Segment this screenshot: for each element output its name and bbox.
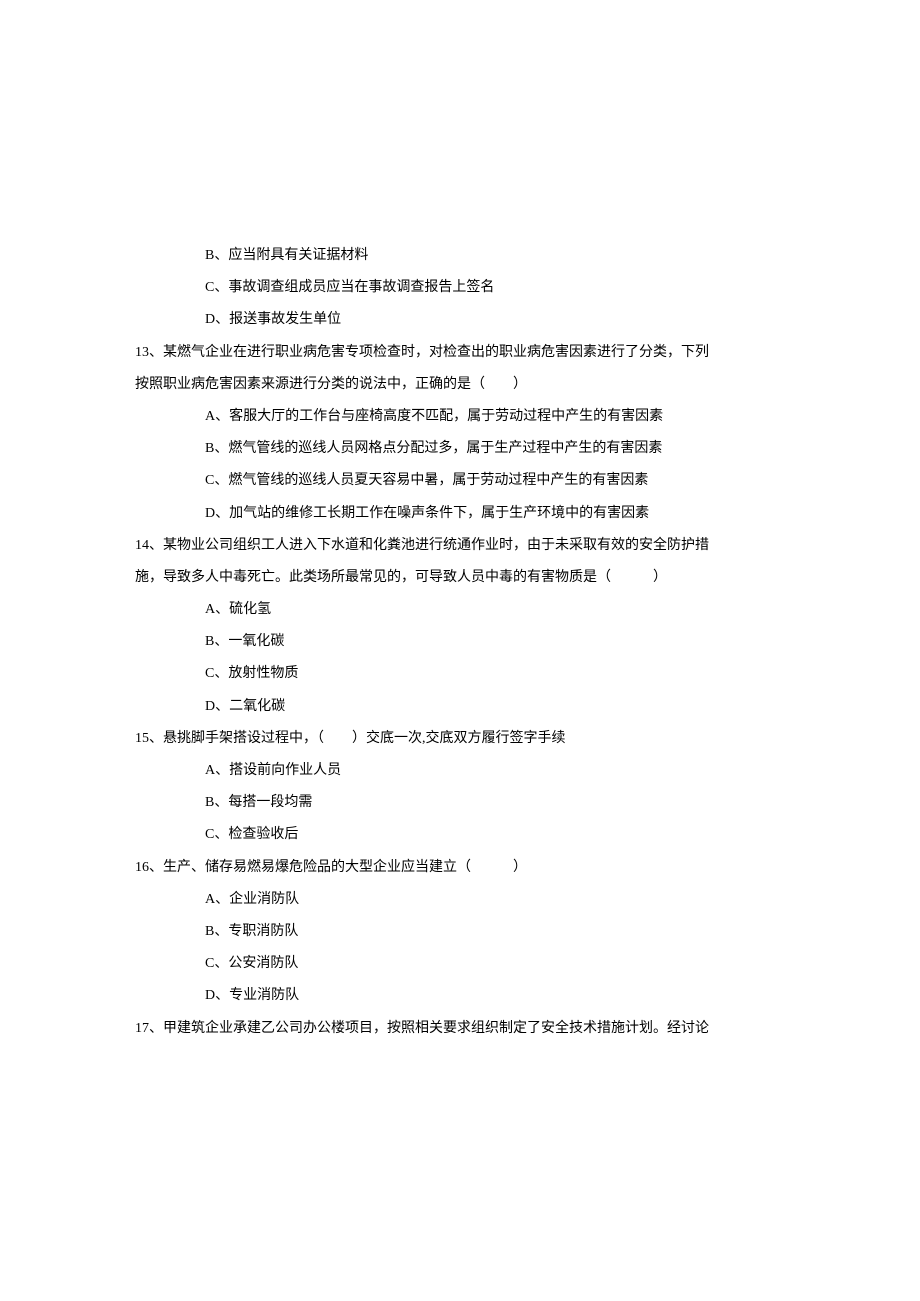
answer-option: B、一氧化碳 bbox=[135, 626, 785, 658]
answer-option: A、硫化氢 bbox=[135, 594, 785, 626]
question-text: 13、某燃气企业在进行职业病危害专项检查时，对检查出的职业病危害因素进行了分类，… bbox=[135, 337, 785, 369]
question-text: 施，导致多人中毒死亡。此类场所最常见的，可导致人员中毒的有害物质是（ ） bbox=[135, 562, 785, 594]
answer-option: A、搭设前向作业人员 bbox=[135, 755, 785, 787]
answer-option: D、专业消防队 bbox=[135, 980, 785, 1012]
question-text: 15、悬挑脚手架搭设过程中，（ ）交底一次,交底双方履行签字手续 bbox=[135, 723, 785, 755]
question-text: 14、某物业公司组织工人进入下水道和化粪池进行统通作业时，由于未采取有效的安全防… bbox=[135, 530, 785, 562]
question-text: 按照职业病危害因素来源进行分类的说法中，正确的是（ ） bbox=[135, 369, 785, 401]
answer-option: A、企业消防队 bbox=[135, 884, 785, 916]
document-content: B、应当附具有关证据材料C、事故调查组成员应当在事故调查报告上签名D、报送事故发… bbox=[135, 240, 785, 1045]
question-text: 16、生产、储存易燃易爆危险品的大型企业应当建立（ ） bbox=[135, 852, 785, 884]
answer-option: C、放射性物质 bbox=[135, 658, 785, 690]
answer-option: D、报送事故发生单位 bbox=[135, 304, 785, 336]
answer-option: B、应当附具有关证据材料 bbox=[135, 240, 785, 272]
answer-option: C、公安消防队 bbox=[135, 948, 785, 980]
answer-option: C、事故调查组成员应当在事故调查报告上签名 bbox=[135, 272, 785, 304]
answer-option: D、加气站的维修工长期工作在噪声条件下，属于生产环境中的有害因素 bbox=[135, 498, 785, 530]
answer-option: B、专职消防队 bbox=[135, 916, 785, 948]
answer-option: A、客服大厅的工作台与座椅高度不匹配，属于劳动过程中产生的有害因素 bbox=[135, 401, 785, 433]
question-text: 17、甲建筑企业承建乙公司办公楼项目，按照相关要求组织制定了安全技术措施计划。经… bbox=[135, 1013, 785, 1045]
answer-option: D、二氧化碳 bbox=[135, 691, 785, 723]
answer-option: B、燃气管线的巡线人员网格点分配过多，属于生产过程中产生的有害因素 bbox=[135, 433, 785, 465]
answer-option: C、检查验收后 bbox=[135, 819, 785, 851]
answer-option: C、燃气管线的巡线人员夏天容易中暑，属于劳动过程中产生的有害因素 bbox=[135, 465, 785, 497]
answer-option: B、每搭一段均需 bbox=[135, 787, 785, 819]
